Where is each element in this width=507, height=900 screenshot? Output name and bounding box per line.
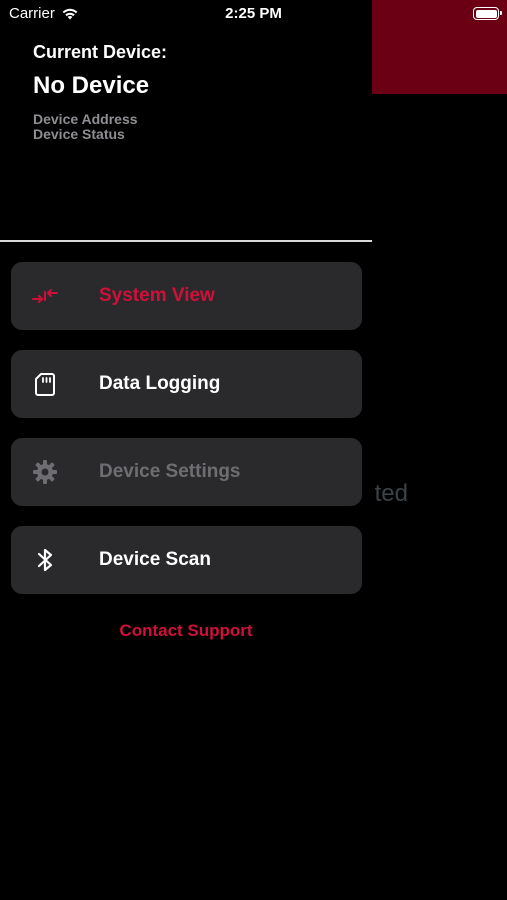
menu-item-device-settings[interactable]: Device Settings [11, 438, 362, 506]
menu-item-system-view[interactable]: System View [11, 262, 362, 330]
side-drawer: Current Device: No Device Device Address… [0, 0, 372, 900]
sd-card-icon [31, 370, 59, 398]
system-view-icon [31, 282, 59, 310]
menu-item-data-logging[interactable]: Data Logging [11, 350, 362, 418]
menu-label-data-logging: Data Logging [99, 373, 221, 394]
divider [0, 240, 372, 242]
contact-support-link[interactable]: Contact Support [0, 621, 372, 641]
menu-label-device-scan: Device Scan [99, 549, 211, 570]
device-name: No Device [33, 72, 150, 99]
menu-label-system-view: System View [99, 285, 215, 306]
menu-item-device-scan[interactable]: Device Scan [11, 526, 362, 594]
battery-icon [473, 7, 502, 20]
current-device-heading: Current Device: [33, 42, 168, 62]
screen: ted Carrier 2:25 PM Current Device: No D… [0, 0, 507, 900]
bluetooth-icon [31, 546, 59, 574]
device-status: Device Status [33, 126, 125, 142]
device-address: Device Address [33, 111, 138, 127]
gear-icon [31, 458, 59, 486]
menu-label-device-settings: Device Settings [99, 461, 241, 482]
